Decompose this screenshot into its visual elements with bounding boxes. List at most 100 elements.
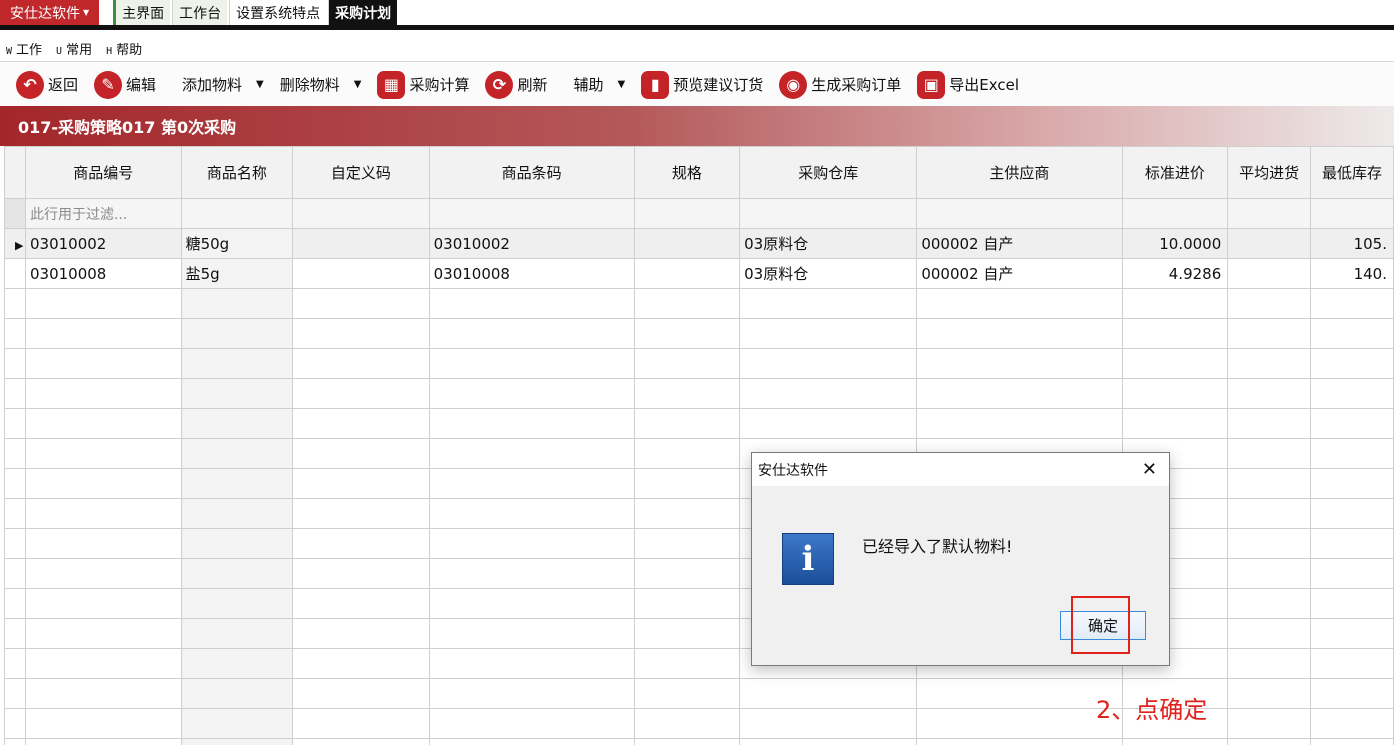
empty-row bbox=[4, 408, 1394, 439]
dialog-message: 已经导入了默认物料! bbox=[862, 537, 1013, 556]
cell-custom[interactable] bbox=[292, 258, 430, 289]
cell-spec[interactable] bbox=[633, 258, 741, 289]
tab-main[interactable]: 主界面 bbox=[113, 0, 171, 25]
filter-cell[interactable] bbox=[1227, 198, 1312, 229]
top-tab-bar: 安仕达软件 ▼ 主界面 工作台 设置系统特点 采购计划 bbox=[0, 0, 1394, 30]
tab-workbench[interactable]: 工作台 bbox=[172, 0, 228, 25]
back-arrow-icon: ↶ bbox=[16, 70, 44, 99]
empty-row bbox=[4, 378, 1394, 409]
empty-row bbox=[4, 738, 1394, 745]
filter-cell[interactable] bbox=[916, 198, 1123, 229]
table-row[interactable]: ▶ 03010002 糖50g 03010002 03原料仓 000002 自产… bbox=[4, 228, 1394, 259]
add-material-button[interactable]: 添加物料 ▼ bbox=[182, 74, 264, 95]
edit-button[interactable]: ✎ 编辑 bbox=[94, 70, 156, 99]
empty-row bbox=[4, 288, 1394, 319]
purchase-calc-button[interactable]: ▦ 采购计算 bbox=[377, 70, 469, 99]
chevron-down-icon: ▼ bbox=[256, 79, 264, 90]
chevron-down-icon: ▼ bbox=[83, 8, 90, 17]
delete-material-button[interactable]: 删除物料 ▼ bbox=[280, 74, 362, 95]
cell-barcode[interactable]: 03010002 bbox=[428, 228, 635, 259]
cell-supplier[interactable]: 000002 自产 bbox=[916, 228, 1123, 259]
column-header[interactable]: 商品编号 bbox=[24, 146, 182, 199]
empty-row bbox=[4, 528, 1394, 559]
tab-purchase-plan[interactable]: 采购计划 bbox=[328, 0, 398, 25]
cell-warehouse[interactable]: 03原料仓 bbox=[739, 228, 918, 259]
menu-help[interactable]: H 帮助 bbox=[106, 39, 142, 58]
cell-barcode[interactable]: 03010008 bbox=[428, 258, 635, 289]
brand-menu[interactable]: 安仕达软件 ▼ bbox=[0, 0, 100, 25]
menu-work[interactable]: W 工作 bbox=[6, 39, 42, 58]
filter-input[interactable]: 此行用于过滤... bbox=[24, 198, 182, 229]
empty-row bbox=[4, 498, 1394, 529]
cell-custom[interactable] bbox=[292, 228, 430, 259]
filter-cell[interactable] bbox=[292, 198, 430, 229]
empty-row bbox=[4, 558, 1394, 589]
empty-row bbox=[4, 648, 1394, 679]
cell-code[interactable]: 03010002 bbox=[24, 228, 182, 259]
cell-avg-price[interactable] bbox=[1227, 228, 1312, 259]
column-header[interactable]: 规格 bbox=[633, 146, 741, 199]
filter-row: 此行用于过滤... bbox=[4, 198, 1394, 229]
calculator-icon: ▦ bbox=[377, 70, 406, 99]
cell-min-stock[interactable]: 140. bbox=[1310, 258, 1394, 289]
filter-cell[interactable] bbox=[1310, 198, 1394, 229]
column-header[interactable]: 主供应商 bbox=[916, 146, 1123, 199]
row-indicator-header bbox=[4, 146, 26, 199]
column-header[interactable]: 采购仓库 bbox=[739, 146, 918, 199]
filter-cell[interactable] bbox=[739, 198, 918, 229]
page-title: 017-采购策略017 第0次采购 bbox=[0, 106, 1394, 146]
book-icon: ▮ bbox=[641, 70, 670, 99]
filter-cell[interactable] bbox=[633, 198, 741, 229]
dialog-title: 安仕达软件 bbox=[752, 453, 1169, 486]
cell-spec[interactable] bbox=[633, 228, 741, 259]
pencil-icon: ✎ bbox=[94, 70, 123, 99]
brand-label: 安仕达软件 bbox=[10, 5, 80, 22]
column-header[interactable]: 商品条码 bbox=[428, 146, 635, 199]
filter-cell[interactable] bbox=[180, 198, 294, 229]
cell-code[interactable]: 03010008 bbox=[24, 258, 182, 289]
tab-system-settings[interactable]: 设置系统特点 bbox=[229, 0, 327, 25]
material-grid: 商品编号 商品名称 自定义码 商品条码 规格 采购仓库 主供应商 标准进价 平均… bbox=[0, 146, 1394, 745]
chevron-down-icon: ▼ bbox=[353, 79, 362, 90]
assist-button[interactable]: 辅助 ▼ bbox=[574, 74, 626, 95]
menu-common[interactable]: U 常用 bbox=[56, 39, 92, 58]
cell-name[interactable]: 盐5g bbox=[180, 258, 294, 289]
current-row-indicator: ▶ bbox=[4, 228, 26, 259]
empty-row bbox=[4, 468, 1394, 499]
menu-bar: W 工作 U 常用 H 帮助 bbox=[0, 35, 1394, 62]
cell-min-stock[interactable]: 105. bbox=[1310, 228, 1394, 259]
table-row[interactable]: 03010008 盐5g 03010008 03原料仓 000002 自产 4.… bbox=[4, 258, 1394, 289]
filter-cell[interactable] bbox=[428, 198, 635, 229]
material-table: 商品编号 商品名称 自定义码 商品条码 规格 采购仓库 主供应商 标准进价 平均… bbox=[4, 146, 1394, 745]
column-header[interactable]: 自定义码 bbox=[292, 146, 430, 199]
cart-icon: ◉ bbox=[779, 70, 808, 99]
empty-row bbox=[4, 348, 1394, 379]
cell-std-price[interactable]: 10.0000 bbox=[1121, 228, 1229, 259]
excel-icon: ▣ bbox=[917, 70, 946, 99]
filter-cell[interactable] bbox=[1121, 198, 1229, 229]
close-icon[interactable]: ✕ bbox=[1142, 459, 1157, 480]
highlight-box bbox=[1071, 596, 1130, 654]
column-header[interactable]: 最低库存 bbox=[1310, 146, 1394, 199]
empty-row bbox=[4, 618, 1394, 649]
cell-std-price[interactable]: 4.9286 bbox=[1121, 258, 1229, 289]
empty-rows bbox=[4, 288, 1394, 745]
empty-row bbox=[4, 438, 1394, 469]
cell-name[interactable]: 糖50g bbox=[180, 228, 294, 259]
back-button[interactable]: ↶ 返回 bbox=[16, 70, 78, 99]
export-excel-button[interactable]: ▣ 导出Excel bbox=[917, 70, 1019, 99]
cell-avg-price[interactable] bbox=[1227, 258, 1312, 289]
toolbar: ↶ 返回 ✎ 编辑 添加物料 ▼ 删除物料 ▼ ▦ 采购计算 ⟳ 刷新 辅助 ▼… bbox=[0, 63, 1394, 106]
row-pointer-icon: ▶ bbox=[15, 238, 24, 252]
cell-warehouse[interactable]: 03原料仓 bbox=[739, 258, 918, 289]
refresh-icon: ⟳ bbox=[485, 70, 514, 99]
info-icon: i bbox=[782, 533, 834, 585]
refresh-button[interactable]: ⟳ 刷新 bbox=[485, 70, 548, 99]
chevron-down-icon: ▼ bbox=[617, 79, 626, 90]
column-header[interactable]: 商品名称 bbox=[180, 146, 294, 199]
cell-supplier[interactable]: 000002 自产 bbox=[916, 258, 1123, 289]
column-header[interactable]: 标准进价 bbox=[1121, 146, 1229, 199]
preview-suggest-button[interactable]: ▮ 预览建议订货 bbox=[641, 70, 763, 99]
column-header[interactable]: 平均进货 bbox=[1227, 146, 1312, 199]
generate-po-button[interactable]: ◉ 生成采购订单 bbox=[779, 70, 901, 99]
